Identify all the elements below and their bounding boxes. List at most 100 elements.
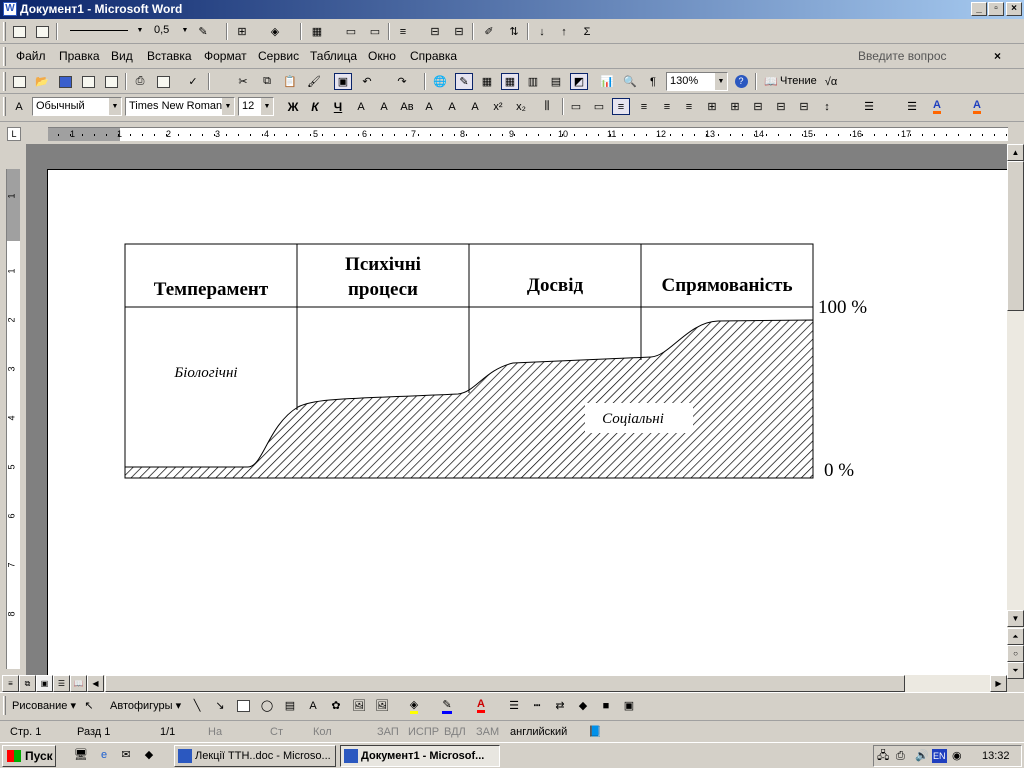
outlook-icon[interactable]: ✉ [117, 746, 135, 763]
normal-view-icon[interactable]: ≡ [2, 675, 19, 692]
antivirus-icon[interactable]: ◉ [952, 746, 962, 766]
3d-cube-icon[interactable]: ▣ [620, 697, 638, 714]
layout-icon[interactable]: ▣ [334, 73, 352, 90]
menu-insert[interactable]: Вставка [147, 44, 192, 69]
align-icon[interactable]: ≡ [394, 23, 412, 40]
char-scale-icon[interactable]: A [375, 98, 393, 115]
reading-button[interactable]: Чтение [780, 69, 817, 94]
drawing-toggle-icon[interactable]: ◩ [570, 73, 588, 90]
bullets-icon[interactable]: ☰ [903, 98, 921, 115]
document-map-icon[interactable]: 🔍 [621, 73, 639, 90]
clipart-icon[interactable]: 🖼 [350, 697, 368, 714]
toolbar-grip[interactable] [3, 22, 6, 41]
arrow-icon[interactable]: ↘ [211, 697, 229, 714]
scroll-thumb[interactable] [1007, 161, 1024, 311]
italic-button[interactable]: К [306, 98, 324, 115]
border-inside-icon[interactable]: ⊟ [749, 98, 767, 115]
3d-style-icon[interactable]: ■ [597, 697, 615, 714]
line-weight-select[interactable]: 0,5 ▼ [151, 22, 191, 41]
text-direction-icon[interactable]: ⫼ [538, 98, 556, 115]
document-area[interactable]: Темперамент Психічні процеси Досвід Спря… [26, 144, 1007, 678]
undo-icon[interactable]: ↶ [358, 73, 376, 90]
menu-edit[interactable]: Правка [59, 44, 100, 69]
hscroll-thumb[interactable] [105, 675, 905, 692]
print-icon[interactable]: ⎙ [131, 73, 149, 90]
network-icon[interactable]: 🖧 [877, 746, 889, 766]
task-document1[interactable]: Документ1 - Microsof... [340, 745, 500, 767]
menu-format[interactable]: Формат [204, 44, 247, 69]
printer-icon[interactable]: ⎙ [896, 746, 905, 766]
styles-icon[interactable]: A [10, 98, 28, 115]
volume-icon[interactable]: 🔊 [915, 746, 929, 766]
textbox-icon[interactable]: ▤ [281, 697, 299, 714]
toolbar-grip[interactable] [3, 696, 6, 715]
print-view-icon[interactable]: ▣ [36, 675, 53, 692]
new-document-icon[interactable] [10, 73, 28, 90]
insert-table-icon[interactable]: ▦ [478, 73, 496, 90]
picture-icon[interactable]: 🖼 [373, 697, 391, 714]
start-button[interactable]: Пуск [2, 745, 56, 767]
scroll-right-button[interactable]: ▶ [990, 675, 1007, 692]
distribute-rows-icon[interactable]: ⊟ [426, 23, 444, 40]
fill-color-icon[interactable]: ◈ [405, 697, 423, 714]
columns-icon[interactable]: ▥ [524, 73, 542, 90]
paste-icon[interactable]: 📋 [281, 73, 299, 90]
excel-table-icon[interactable]: ▦ [501, 73, 519, 90]
open-folder-icon[interactable]: 📂 [33, 73, 51, 90]
browse-object-icon[interactable]: ○ [1007, 645, 1024, 662]
menu-view[interactable]: Вид [111, 44, 133, 69]
menu-tools[interactable]: Сервис [258, 44, 299, 69]
document-page[interactable]: Темперамент Психічні процеси Досвід Спря… [47, 169, 1007, 678]
char-shading-icon[interactable]: A [420, 98, 438, 115]
drawing-menu[interactable]: Рисование ▾ [12, 694, 76, 719]
menu-file[interactable]: Файл [16, 44, 46, 69]
spelling-icon[interactable]: ✓ [184, 73, 202, 90]
toolbar-grip[interactable] [3, 97, 6, 116]
align-center-icon[interactable]: ≡ [635, 98, 653, 115]
permission-icon[interactable] [79, 73, 97, 90]
highlight-icon[interactable]: A [928, 98, 946, 115]
task-lectures-doc[interactable]: Лекції ТТН..doc - Microso... [174, 745, 336, 767]
text-direction-icon[interactable]: ⇅ [505, 23, 523, 40]
autosum-icon[interactable]: Σ [578, 23, 596, 40]
style-select[interactable]: Обычный ▼ [32, 97, 122, 116]
bold-button[interactable]: Ж [284, 98, 302, 115]
print-preview-icon[interactable] [154, 73, 172, 90]
dash-style-icon[interactable]: ┅ [528, 697, 546, 714]
outline-view-icon[interactable]: ☰ [53, 675, 70, 692]
border-grid-icon[interactable]: ⊞ [726, 98, 744, 115]
help-icon[interactable]: ? [732, 73, 750, 90]
char-border-icon[interactable]: A [352, 98, 370, 115]
scroll-left-button[interactable]: ◀ [87, 675, 104, 692]
next-page-icon[interactable]: ⏷ [1007, 662, 1024, 679]
line-color-icon[interactable]: ✎ [438, 697, 456, 714]
enclose-icon[interactable]: A [466, 98, 484, 115]
cut-icon[interactable]: ✂ [234, 73, 252, 90]
numbering-icon[interactable]: ☰ [860, 98, 878, 115]
show-desktop-icon[interactable]: 🖥 [72, 746, 90, 763]
web-view-icon[interactable]: ⧉ [19, 675, 36, 692]
horizontal-scrollbar[interactable]: ≡ ⧉ ▣ ☰ 📖 ◀ ▶ [2, 675, 1007, 692]
tab-selector-icon[interactable]: L [7, 127, 21, 141]
save-icon[interactable] [56, 73, 74, 90]
reading-view-icon[interactable]: 📖 [70, 675, 87, 692]
reading-icon[interactable]: 📖 [762, 73, 780, 90]
wordart-icon[interactable]: A [304, 697, 322, 714]
insert-table-icon[interactable]: ▦ [308, 23, 326, 40]
minimize-button[interactable]: _ [971, 2, 987, 16]
restore-button[interactable]: ▫ [988, 2, 1004, 16]
help-question-box[interactable]: Введите вопрос [858, 44, 947, 69]
spelling-status-icon[interactable]: 📘 [588, 722, 602, 742]
rectangle-icon[interactable] [234, 697, 252, 714]
horizontal-ruler[interactable]: L 1 1 2 3 4 5 6 7 8 9 10 11 12 13 14 15 16 17 [0, 124, 1024, 144]
justify-icon[interactable]: ≡ [680, 98, 698, 115]
border-none-icon[interactable]: ⊟ [795, 98, 813, 115]
diagram-icon[interactable]: ✿ [327, 697, 345, 714]
quicklaunch-icon[interactable]: ◆ [140, 746, 158, 763]
close-doc-icon[interactable]: × [994, 44, 1001, 69]
equation-icon[interactable]: √α [822, 73, 840, 90]
font-color-icon[interactable]: A [472, 697, 490, 714]
align-left-icon[interactable]: ≡ [612, 98, 630, 115]
select-objects-icon[interactable]: ↖ [80, 697, 98, 714]
shading-icon[interactable]: ◈ [266, 23, 284, 40]
